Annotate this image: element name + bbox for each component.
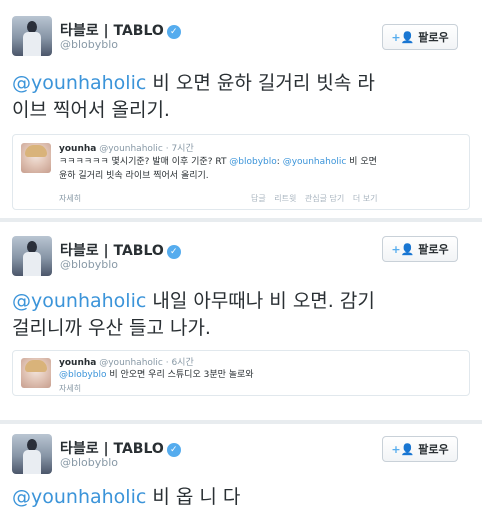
follow-button[interactable]: +👤 팔로우 — [382, 24, 458, 50]
embedded-reply[interactable]: younha @younhaholic · 6시간 @blobyblo 비 안오… — [12, 350, 470, 396]
reply-text: ㅋㅋㅋㅋㅋㅋ 몇시기준? 발매 이후 기준? RT @blobyblo: @yo… — [59, 155, 459, 183]
reply-time[interactable]: · 6시간 — [166, 358, 194, 368]
tweet-text-line: 걸리니까 우산 들고 나가. — [12, 317, 211, 339]
tweet-text-line: 비 옵 니 다 — [146, 486, 241, 508]
mention-link[interactable]: @younhaholic — [12, 486, 146, 508]
reply-text-part: ㅋㅋㅋㅋㅋㅋ 몇시기준? 발매 이후 기준? RT — [59, 157, 230, 167]
user-name-text: 타블로 | TABLO — [60, 243, 164, 259]
retweet-action-button[interactable]: 리트윗 — [274, 194, 296, 203]
follow-label: 팔로우 — [418, 443, 449, 456]
add-user-icon: +👤 — [391, 242, 415, 256]
tablo-avatar[interactable] — [12, 434, 52, 474]
verified-check-icon: ✓ — [166, 245, 181, 259]
mention-link[interactable]: @younhaholic — [283, 157, 347, 167]
tweet-text: @younhaholic 내일 아무때나 비 오면. 감기 걸리니까 우산 들고… — [12, 288, 472, 342]
reply-handle[interactable]: @younhaholic — [99, 144, 163, 154]
tweet-text-line: 이브 찍어서 올리기. — [12, 99, 170, 121]
tweet-text-line: 비 오면 윤하 길거리 빗속 라 — [146, 72, 375, 94]
reply-time[interactable]: · 7시간 — [166, 144, 194, 154]
user-handle[interactable]: @blobyblo — [60, 258, 118, 271]
user-name[interactable]: 타블로 | TABLO ✓ — [60, 240, 181, 260]
reply-action-button[interactable]: 답글 — [251, 194, 266, 203]
reply-author[interactable]: younha — [59, 358, 96, 368]
user-handle[interactable]: @blobyblo — [60, 456, 118, 469]
tweet-text: @younhaholic 비 옵 니 다 — [12, 484, 472, 511]
reply-text-line: 윤하 길거리 빗속 라이브 찍어서 올리기. — [59, 171, 209, 181]
tweet-text-line: 내일 아무때나 비 오면. 감기 — [146, 290, 375, 312]
verified-check-icon: ✓ — [166, 443, 181, 457]
younha-avatar[interactable] — [21, 143, 51, 173]
younha-avatar[interactable] — [21, 358, 51, 388]
tablo-avatar[interactable] — [12, 16, 52, 56]
reply-text-part: 비 안오면 우리 스튜디오 3분만 놀로와 — [106, 370, 254, 380]
add-user-icon: +👤 — [391, 442, 415, 456]
reply-header: younha @younhaholic · 7시간 — [59, 141, 194, 154]
tweet-card: 타블로 | TABLO ✓ @blobyblo +👤 팔로우 @younhahol… — [0, 0, 482, 218]
user-name-text: 타블로 | TABLO — [60, 441, 164, 457]
tweet-card: 타블로 | TABLO ✓ @blobyblo +👤 팔로우 @younhahol… — [0, 424, 482, 520]
mention-link[interactable]: @younhaholic — [12, 290, 146, 312]
mention-link[interactable]: @blobyblo — [59, 370, 106, 380]
tweet-text: @younhaholic 비 오면 윤하 길거리 빗속 라 이브 찍어서 올리기… — [12, 70, 472, 124]
follow-label: 팔로우 — [418, 243, 449, 256]
follow-label: 팔로우 — [418, 31, 449, 44]
follow-button[interactable]: +👤 팔로우 — [382, 436, 458, 462]
reply-text: @blobyblo 비 안오면 우리 스튜디오 3분만 놀로와 — [59, 368, 459, 382]
reply-text-part: 비 오면 — [346, 157, 377, 167]
favorite-action-button[interactable]: 관심글 담기 — [305, 194, 344, 203]
user-handle[interactable]: @blobyblo — [60, 38, 118, 51]
reply-author[interactable]: younha — [59, 144, 96, 154]
verified-check-icon: ✓ — [166, 25, 181, 39]
mention-link[interactable]: @blobyblo — [229, 157, 276, 167]
add-user-icon: +👤 — [391, 30, 415, 44]
reply-header: younha @younhaholic · 6시간 — [59, 355, 194, 368]
user-name-text: 타블로 | TABLO — [60, 23, 164, 39]
mention-link[interactable]: @younhaholic — [12, 72, 146, 94]
reply-actions: 답글 리트윗 관심글 담기 더 보기 — [251, 193, 383, 204]
detail-link[interactable]: 자세히 — [59, 193, 81, 204]
reply-handle[interactable]: @younhaholic — [99, 358, 163, 368]
embedded-reply[interactable]: younha @younhaholic · 7시간 ㅋㅋㅋㅋㅋㅋ 몇시기준? 발… — [12, 134, 470, 210]
follow-button[interactable]: +👤 팔로우 — [382, 236, 458, 262]
tablo-avatar[interactable] — [12, 236, 52, 276]
more-action-button[interactable]: 더 보기 — [353, 194, 378, 203]
user-name[interactable]: 타블로 | TABLO ✓ — [60, 20, 181, 40]
user-name[interactable]: 타블로 | TABLO ✓ — [60, 438, 181, 458]
detail-link[interactable]: 자세히 — [59, 383, 81, 394]
